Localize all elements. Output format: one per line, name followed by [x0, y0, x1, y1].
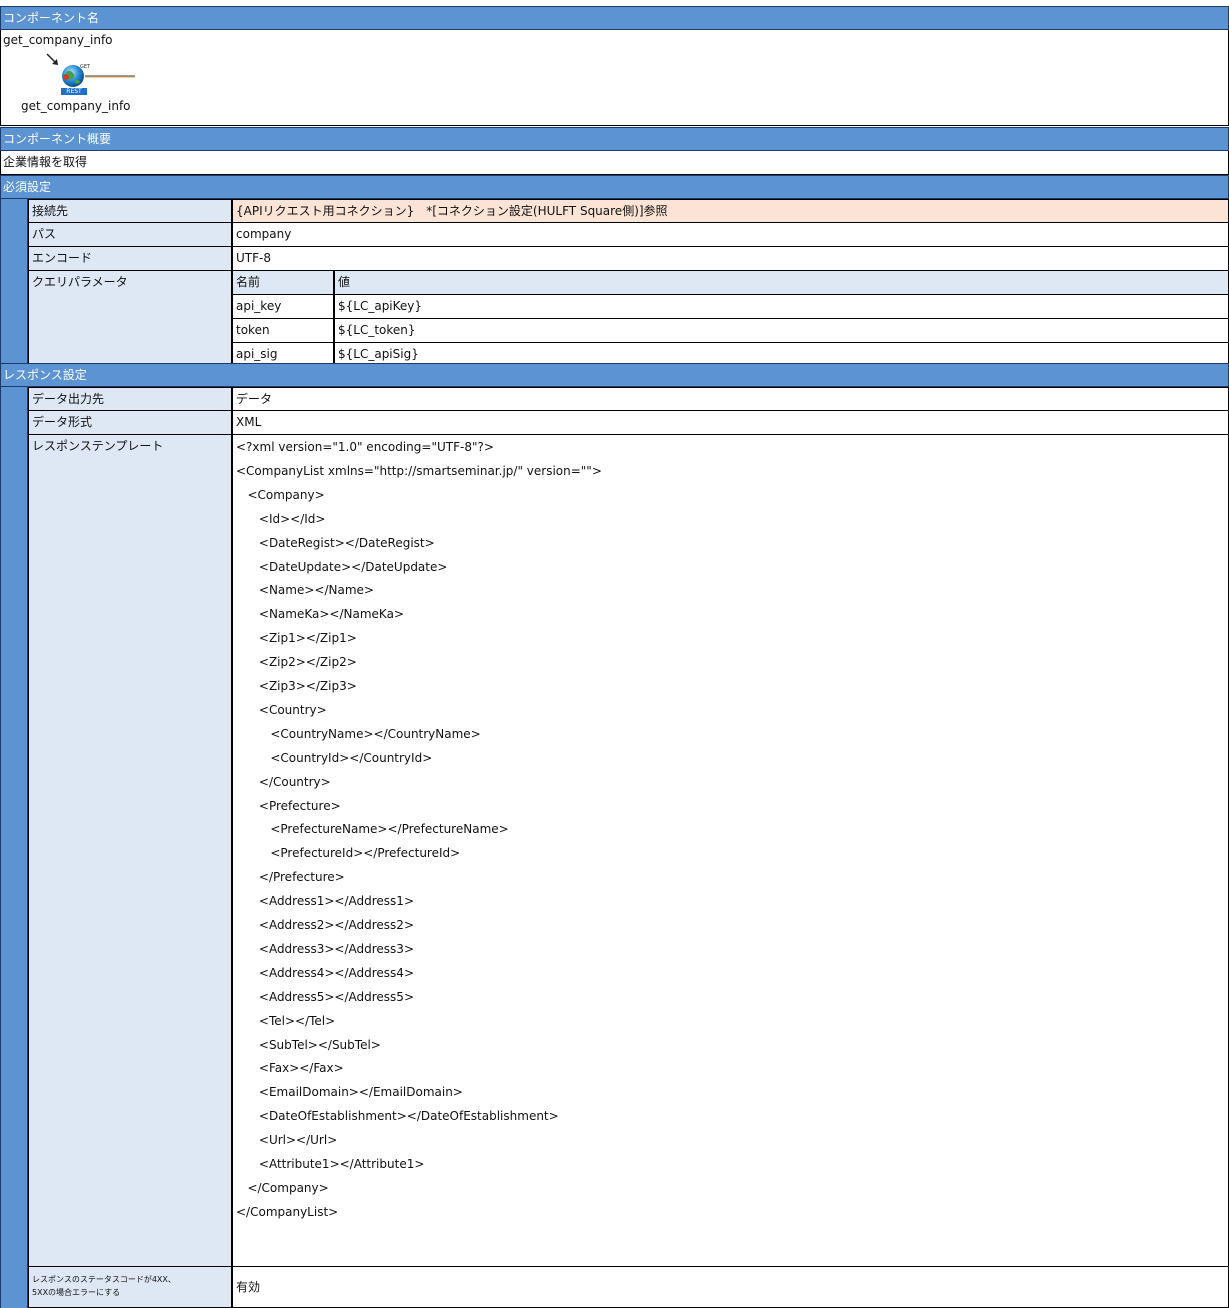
- component-icon-area: get_company_info GET REST get_company_in…: [0, 30, 1229, 126]
- connection-value[interactable]: {APIリクエスト用コネクション} *[コネクション設定(HULFT Squar…: [232, 199, 1229, 223]
- template-line: <Address5></Address5>: [236, 989, 414, 1004]
- template-line: <Id></Id>: [236, 511, 326, 526]
- template-line: <Address1></Address1>: [236, 894, 414, 909]
- format-label: データ形式: [28, 411, 232, 435]
- section-title: コンポーネント名: [3, 11, 100, 25]
- template-line: <Zip1></Zip1>: [236, 631, 357, 646]
- section-title: 必須設定: [3, 180, 52, 194]
- query-row-value[interactable]: ${LC_token}: [334, 319, 1229, 343]
- rest-badge: REST: [61, 88, 87, 95]
- section-title: コンポーネント概要: [3, 132, 112, 146]
- section-header-required: 必須設定: [0, 175, 1229, 199]
- path-value[interactable]: company: [232, 223, 1229, 247]
- response-gutter: [0, 387, 28, 1308]
- template-line: <DateOfEstablishment></DateOfEstablishme…: [236, 1109, 559, 1124]
- output-value[interactable]: データ: [232, 387, 1229, 411]
- template-line: <SubTel></SubTel>: [236, 1037, 381, 1052]
- overview-text: 企業情報を取得: [0, 151, 1229, 175]
- component-name-text: get_company_info: [3, 33, 113, 47]
- get-badge: GET: [80, 64, 91, 70]
- overview-value: 企業情報を取得: [3, 155, 88, 169]
- template-line: <Url></Url>: [236, 1133, 338, 1148]
- template-line: </Company>: [236, 1180, 329, 1195]
- section-title: レスポンス設定: [3, 368, 87, 382]
- required-gutter: [0, 199, 28, 367]
- template-line: <PrefectureId></PrefectureId>: [236, 846, 461, 861]
- section-header-response: レスポンス設定: [0, 363, 1229, 387]
- template-line: </CompanyList>: [236, 1204, 339, 1219]
- query-header-name: 名前: [232, 271, 334, 295]
- connection-label: 接続先: [28, 199, 232, 223]
- section-header-component-name: コンポーネント名: [0, 6, 1229, 30]
- template-line: <NameKa></NameKa>: [236, 607, 404, 622]
- template-label: レスポンステンプレート: [28, 435, 232, 1267]
- template-line: </Prefecture>: [236, 870, 345, 885]
- template-line: <Attribute1></Attribute1>: [236, 1157, 425, 1171]
- component-icon-label: get_company_info: [21, 99, 131, 113]
- template-line: <?xml version="1.0" encoding="UTF-8"?>: [236, 440, 494, 454]
- encoding-label: エンコード: [28, 247, 232, 271]
- error-value[interactable]: 有効: [232, 1267, 1229, 1308]
- template-line: <CompanyList xmlns="http://smartseminar.…: [236, 463, 602, 478]
- error-label-line: レスポンスのステータスコードが4XX、: [32, 1275, 176, 1284]
- template-line: <Name></Name>: [236, 583, 374, 598]
- encoding-value[interactable]: UTF-8: [232, 247, 1229, 271]
- query-row-name[interactable]: token: [232, 319, 334, 343]
- template-line: <PrefectureName></PrefectureName>: [236, 822, 509, 837]
- format-value[interactable]: XML: [232, 411, 1229, 435]
- template-line: <Address2></Address2>: [236, 918, 414, 932]
- output-label: データ出力先: [28, 387, 232, 411]
- query-row-value[interactable]: ${LC_apiKey}: [334, 295, 1229, 319]
- section-header-overview: コンポーネント概要: [0, 127, 1229, 151]
- template-value[interactable]: <?xml version="1.0" encoding="UTF-8"?> <C…: [232, 435, 1229, 1267]
- template-line: <Zip3></Zip3>: [236, 679, 357, 693]
- component-sheet: コンポーネント名 get_company_info GET REST get_c…: [0, 0, 1229, 1308]
- template-line: <CountryId></CountryId>: [236, 750, 433, 765]
- template-line: <Address3></Address3>: [236, 941, 414, 956]
- template-line: <CountryName></CountryName>: [236, 726, 481, 741]
- template-line: <Address4></Address4>: [236, 965, 414, 980]
- template-line: <EmailDomain></EmailDomain>: [236, 1085, 463, 1100]
- template-line: <Company>: [236, 487, 325, 502]
- template-line: <Zip2></Zip2>: [236, 655, 357, 670]
- query-param-label: クエリパラメータ: [28, 271, 232, 367]
- query-row-name[interactable]: api_key: [232, 295, 334, 319]
- template-line: <DateUpdate></DateUpdate>: [236, 559, 448, 574]
- template-line: <Country>: [236, 702, 327, 717]
- template-line: <DateRegist></DateRegist>: [236, 535, 435, 550]
- rest-component-icon[interactable]: GET REST: [57, 60, 137, 95]
- query-header-value: 値: [334, 271, 1229, 295]
- error-label: レスポンスのステータスコードが4XX、 5XXの場合エラーにする: [28, 1267, 232, 1308]
- template-line: <Tel></Tel>: [236, 1013, 336, 1028]
- error-label-line: 5XXの場合エラーにする: [32, 1288, 121, 1297]
- template-line: <Fax></Fax>: [236, 1061, 344, 1076]
- path-label: パス: [28, 223, 232, 247]
- template-line: </Country>: [236, 774, 331, 789]
- template-line: <Prefecture>: [236, 798, 341, 813]
